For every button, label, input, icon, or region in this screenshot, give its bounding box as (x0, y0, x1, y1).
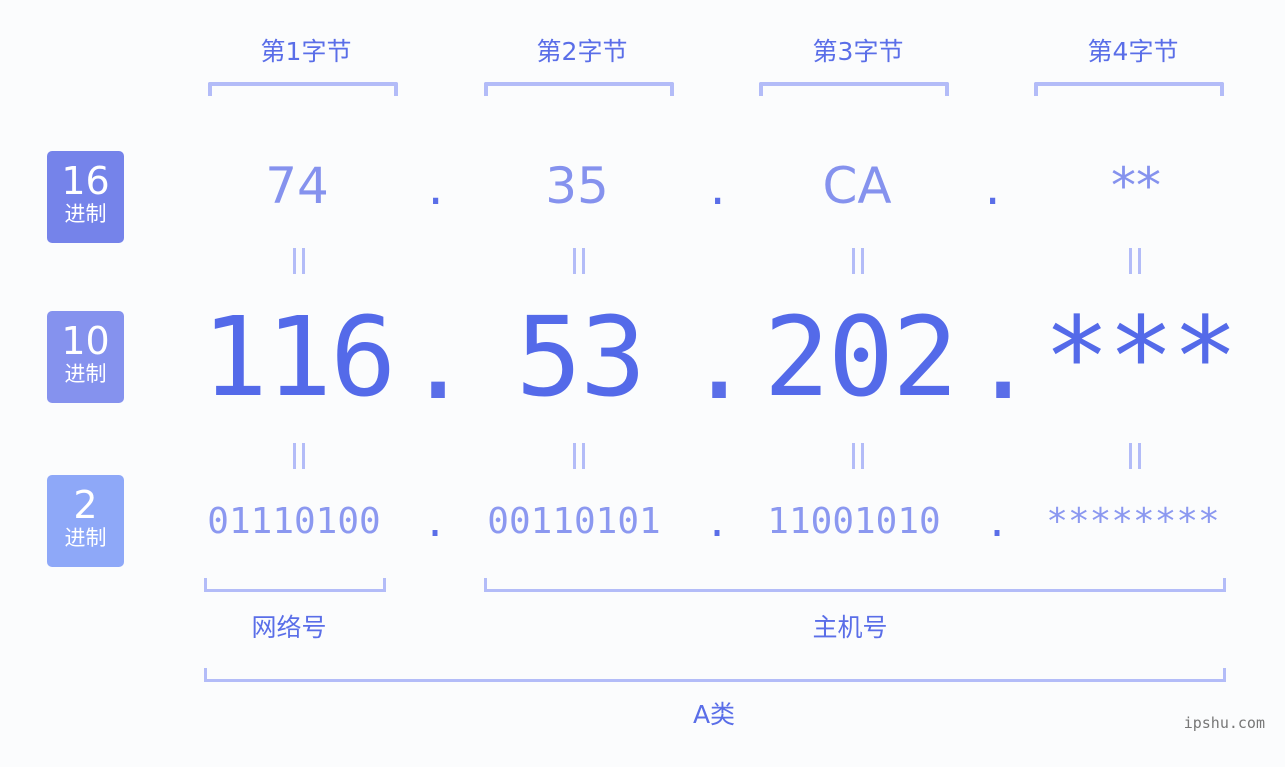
binary-byte-4: ******** (1046, 501, 1220, 542)
equals-icon (1125, 248, 1145, 274)
badge-binary-unit: 进制 (64, 526, 107, 550)
equals-icon (1125, 443, 1145, 469)
badge-hex: 16 进制 (47, 151, 124, 243)
network-label: 网络号 (251, 613, 327, 642)
class-bracket (204, 668, 1226, 682)
byte-header-4: 第4字节 (1087, 37, 1179, 66)
badge-hex-number: 16 (61, 159, 110, 203)
badge-binary-number: 2 (73, 483, 98, 527)
watermark: ipshu.com (1183, 714, 1265, 732)
decimal-byte-4: *** (1043, 293, 1239, 421)
byte-header-2: 第2字节 (536, 37, 628, 66)
binary-byte-2: 00110101 (487, 501, 661, 542)
byte-header-1: 第1字节 (260, 37, 352, 66)
badge-hex-unit: 进制 (64, 202, 107, 226)
byte-bracket-2 (484, 82, 674, 96)
byte-bracket-3 (759, 82, 949, 96)
hex-separator-1: . (423, 165, 449, 214)
equals-icon (848, 248, 868, 274)
decimal-byte-2: 53 (515, 293, 646, 421)
binary-separator-1: . (423, 500, 448, 546)
decimal-byte-1: 116 (201, 293, 397, 421)
badge-decimal-unit: 进制 (64, 362, 107, 386)
hex-byte-2: 35 (545, 157, 609, 215)
decimal-separator-2: . (686, 296, 753, 424)
hex-separator-2: . (705, 165, 731, 214)
byte-bracket-1 (208, 82, 398, 96)
badge-decimal-number: 10 (61, 319, 110, 363)
decimal-separator-3: . (970, 296, 1037, 424)
equals-icon (289, 443, 309, 469)
network-bracket (204, 578, 386, 592)
hex-byte-4: ** (1111, 157, 1161, 215)
equals-icon (289, 248, 309, 274)
class-label: A类 (692, 700, 736, 729)
binary-separator-2: . (705, 500, 730, 546)
hex-byte-1: 74 (265, 157, 329, 215)
binary-separator-3: . (985, 500, 1010, 546)
badge-binary: 2 进制 (47, 475, 124, 567)
hex-separator-3: . (980, 165, 1006, 214)
equals-icon (569, 443, 589, 469)
equals-icon (848, 443, 868, 469)
decimal-separator-1: . (405, 296, 472, 424)
byte-header-3: 第3字节 (812, 37, 904, 66)
binary-byte-1: 01110100 (207, 501, 381, 542)
badge-decimal: 10 进制 (47, 311, 124, 403)
host-label: 主机号 (812, 613, 888, 642)
byte-bracket-4 (1034, 82, 1224, 96)
decimal-byte-3: 202 (763, 293, 959, 421)
equals-icon (569, 248, 589, 274)
hex-byte-3: CA (822, 157, 892, 215)
binary-byte-3: 11001010 (767, 501, 941, 542)
host-bracket (484, 578, 1226, 592)
